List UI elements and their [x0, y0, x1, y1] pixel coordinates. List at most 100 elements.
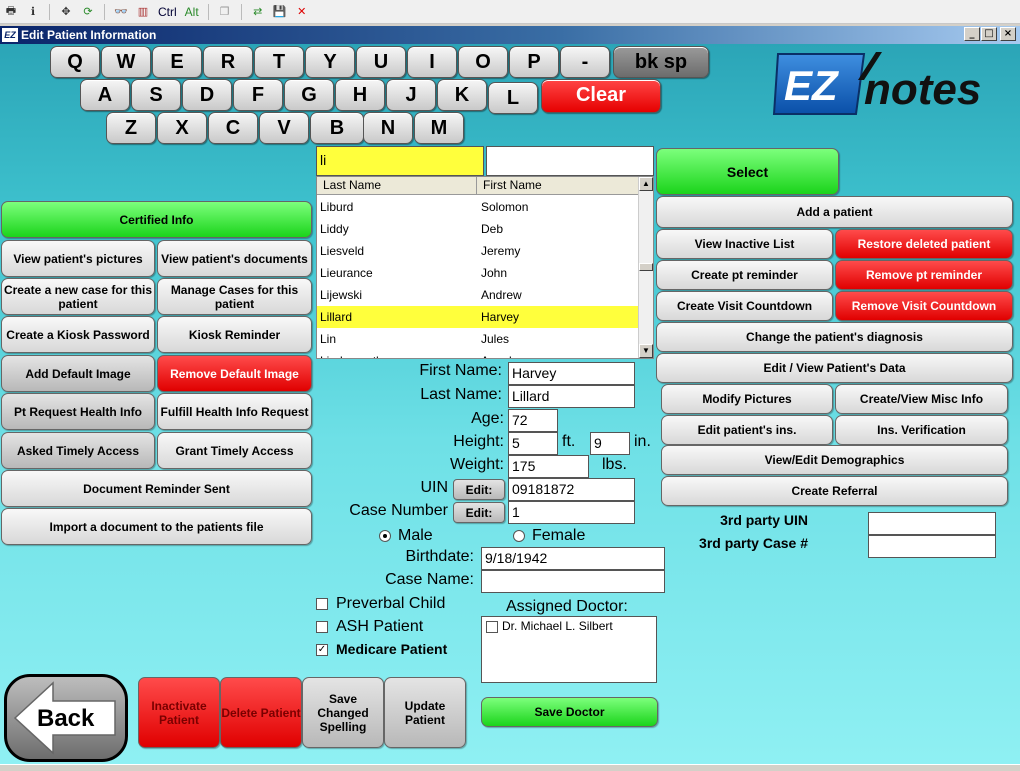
birthdate-input[interactable]: 9/18/1942	[481, 547, 665, 570]
key-j[interactable]: J	[386, 79, 436, 111]
last-name-input[interactable]: Lillard	[508, 385, 635, 408]
info-icon[interactable]: ℹ	[24, 3, 42, 21]
preverbal-checkbox[interactable]	[316, 598, 328, 610]
scroll-up-icon[interactable]: ▲	[639, 177, 653, 191]
certified-info-button[interactable]: Certified Info	[1, 201, 312, 238]
edit-uin-button[interactable]: Edit:	[453, 479, 505, 500]
scroll-down-icon[interactable]: ▼	[639, 344, 653, 358]
remove-default-image-button[interactable]: Remove Default Image	[157, 355, 312, 392]
case-name-input[interactable]	[481, 570, 665, 593]
female-radio[interactable]	[513, 530, 525, 542]
back-button[interactable]: Back	[4, 674, 128, 762]
key-t[interactable]: T	[254, 46, 304, 78]
key-p[interactable]: P	[509, 46, 559, 78]
clear-key[interactable]: Clear	[541, 79, 661, 113]
scroll-thumb[interactable]	[639, 263, 653, 271]
delete-patient-button[interactable]: Delete Patient	[220, 677, 302, 748]
last-name-search-input[interactable]: li	[316, 146, 484, 176]
key-n[interactable]: N	[363, 112, 413, 144]
age-input[interactable]: 72	[508, 409, 558, 432]
weight-input[interactable]: 175	[508, 455, 589, 478]
close-x-icon[interactable]: ✕	[293, 3, 311, 21]
alt-key[interactable]: Alt	[183, 5, 201, 19]
view-pictures-button[interactable]: View patient's pictures	[1, 240, 155, 277]
key-i[interactable]: I	[407, 46, 457, 78]
edit-insurance-button[interactable]: Edit patient's ins.	[661, 415, 833, 445]
add-patient-button[interactable]: Add a patient	[656, 196, 1013, 228]
list-item[interactable]: Liddy Deb	[317, 218, 639, 240]
key-h[interactable]: H	[335, 79, 385, 111]
move-icon[interactable]: ✥	[57, 3, 75, 21]
ctrl-key[interactable]: Ctrl	[156, 5, 179, 19]
key-d[interactable]: D	[182, 79, 232, 111]
print-icon[interactable]: 🖶	[2, 3, 20, 21]
male-radio[interactable]	[379, 530, 391, 542]
key-b[interactable]: B	[310, 112, 364, 144]
key-l[interactable]: L	[488, 82, 538, 114]
key-v[interactable]: V	[259, 112, 309, 144]
key-f[interactable]: F	[233, 79, 283, 111]
create-referral-button[interactable]: Create Referral	[661, 476, 1008, 506]
patient-list[interactable]: Last Name First Name Liburd Solomon Liddy…	[316, 176, 654, 359]
create-misc-info-button[interactable]: Create/View Misc Info	[835, 384, 1008, 414]
list-item[interactable]: Lin Jules	[317, 328, 639, 350]
first-name-search-input[interactable]	[486, 146, 654, 176]
refresh-icon[interactable]: ⟳	[79, 3, 97, 21]
remove-pt-reminder-button[interactable]: Remove pt reminder	[835, 260, 1013, 290]
transfer-icon[interactable]: ⇄	[249, 3, 267, 21]
inactivate-patient-button[interactable]: Inactivate Patient	[138, 677, 220, 748]
select-button[interactable]: Select	[656, 148, 839, 195]
books-icon[interactable]: ▥	[134, 3, 152, 21]
minimize-button[interactable]: _	[964, 27, 980, 41]
first-name-input[interactable]: Harvey	[508, 362, 635, 385]
list-item[interactable]: Lieurance John	[317, 262, 639, 284]
list-item[interactable]: Liburd Solomon	[317, 196, 639, 218]
copy-icon[interactable]: ❐	[216, 3, 234, 21]
key-y[interactable]: Y	[305, 46, 355, 78]
list-scrollbar[interactable]: ▲ ▼	[638, 177, 653, 358]
update-patient-button[interactable]: Update Patient	[384, 677, 466, 748]
restore-deleted-button[interactable]: Restore deleted patient	[835, 229, 1013, 259]
key-s[interactable]: S	[131, 79, 181, 111]
list-item[interactable]: LindenmuthAngela	[317, 350, 639, 358]
key-u[interactable]: U	[356, 46, 406, 78]
ins-verification-button[interactable]: Ins. Verification	[835, 415, 1008, 445]
view-documents-button[interactable]: View patient's documents	[157, 240, 312, 277]
save-doctor-button[interactable]: Save Doctor	[481, 697, 658, 727]
import-document-button[interactable]: Import a document to the patients file	[1, 508, 312, 545]
create-visit-countdown-button[interactable]: Create Visit Countdown	[656, 291, 833, 321]
create-case-button[interactable]: Create a new case for this patient	[1, 278, 155, 315]
edit-case-number-button[interactable]: Edit:	[453, 502, 505, 523]
key-x[interactable]: X	[157, 112, 207, 144]
save-spelling-button[interactable]: Save Changed Spelling	[302, 677, 384, 748]
close-button[interactable]: ×	[1000, 27, 1016, 41]
column-header-first-name[interactable]: First Name	[477, 177, 639, 194]
kiosk-reminder-button[interactable]: Kiosk Reminder	[157, 316, 312, 353]
key-a[interactable]: A	[80, 79, 130, 111]
manage-cases-button[interactable]: Manage Cases for this patient	[157, 278, 312, 315]
backspace-key[interactable]: bk sp	[613, 46, 709, 78]
key-k[interactable]: K	[437, 79, 487, 111]
third-party-uin-input[interactable]	[868, 512, 996, 535]
change-diagnosis-button[interactable]: Change the patient's diagnosis	[656, 322, 1013, 352]
key-w[interactable]: W	[101, 46, 151, 78]
remove-visit-countdown-button[interactable]: Remove Visit Countdown	[835, 291, 1013, 321]
grant-timely-access-button[interactable]: Grant Timely Access	[157, 432, 312, 469]
key-e[interactable]: E	[152, 46, 202, 78]
asked-timely-access-button[interactable]: Asked Timely Access	[1, 432, 155, 469]
modify-pictures-button[interactable]: Modify Pictures	[661, 384, 833, 414]
pt-request-health-button[interactable]: Pt Request Health Info	[1, 393, 155, 430]
add-default-image-button[interactable]: Add Default Image	[1, 355, 155, 392]
fulfill-health-button[interactable]: Fulfill Health Info Request	[157, 393, 312, 430]
restore-button[interactable]: □	[981, 27, 997, 41]
uin-input[interactable]: 09181872	[508, 478, 635, 501]
key-q[interactable]: Q	[50, 46, 100, 78]
doctor-checkbox[interactable]	[486, 621, 498, 633]
third-party-case-input[interactable]	[868, 535, 996, 558]
key-o[interactable]: O	[458, 46, 508, 78]
list-item[interactable]: Liesveld Jeremy	[317, 240, 639, 262]
document-reminder-button[interactable]: Document Reminder Sent	[1, 470, 312, 507]
binoculars-icon[interactable]: 👓	[112, 3, 130, 21]
view-demographics-button[interactable]: View/Edit Demographics	[661, 445, 1008, 475]
key-z[interactable]: Z	[106, 112, 156, 144]
